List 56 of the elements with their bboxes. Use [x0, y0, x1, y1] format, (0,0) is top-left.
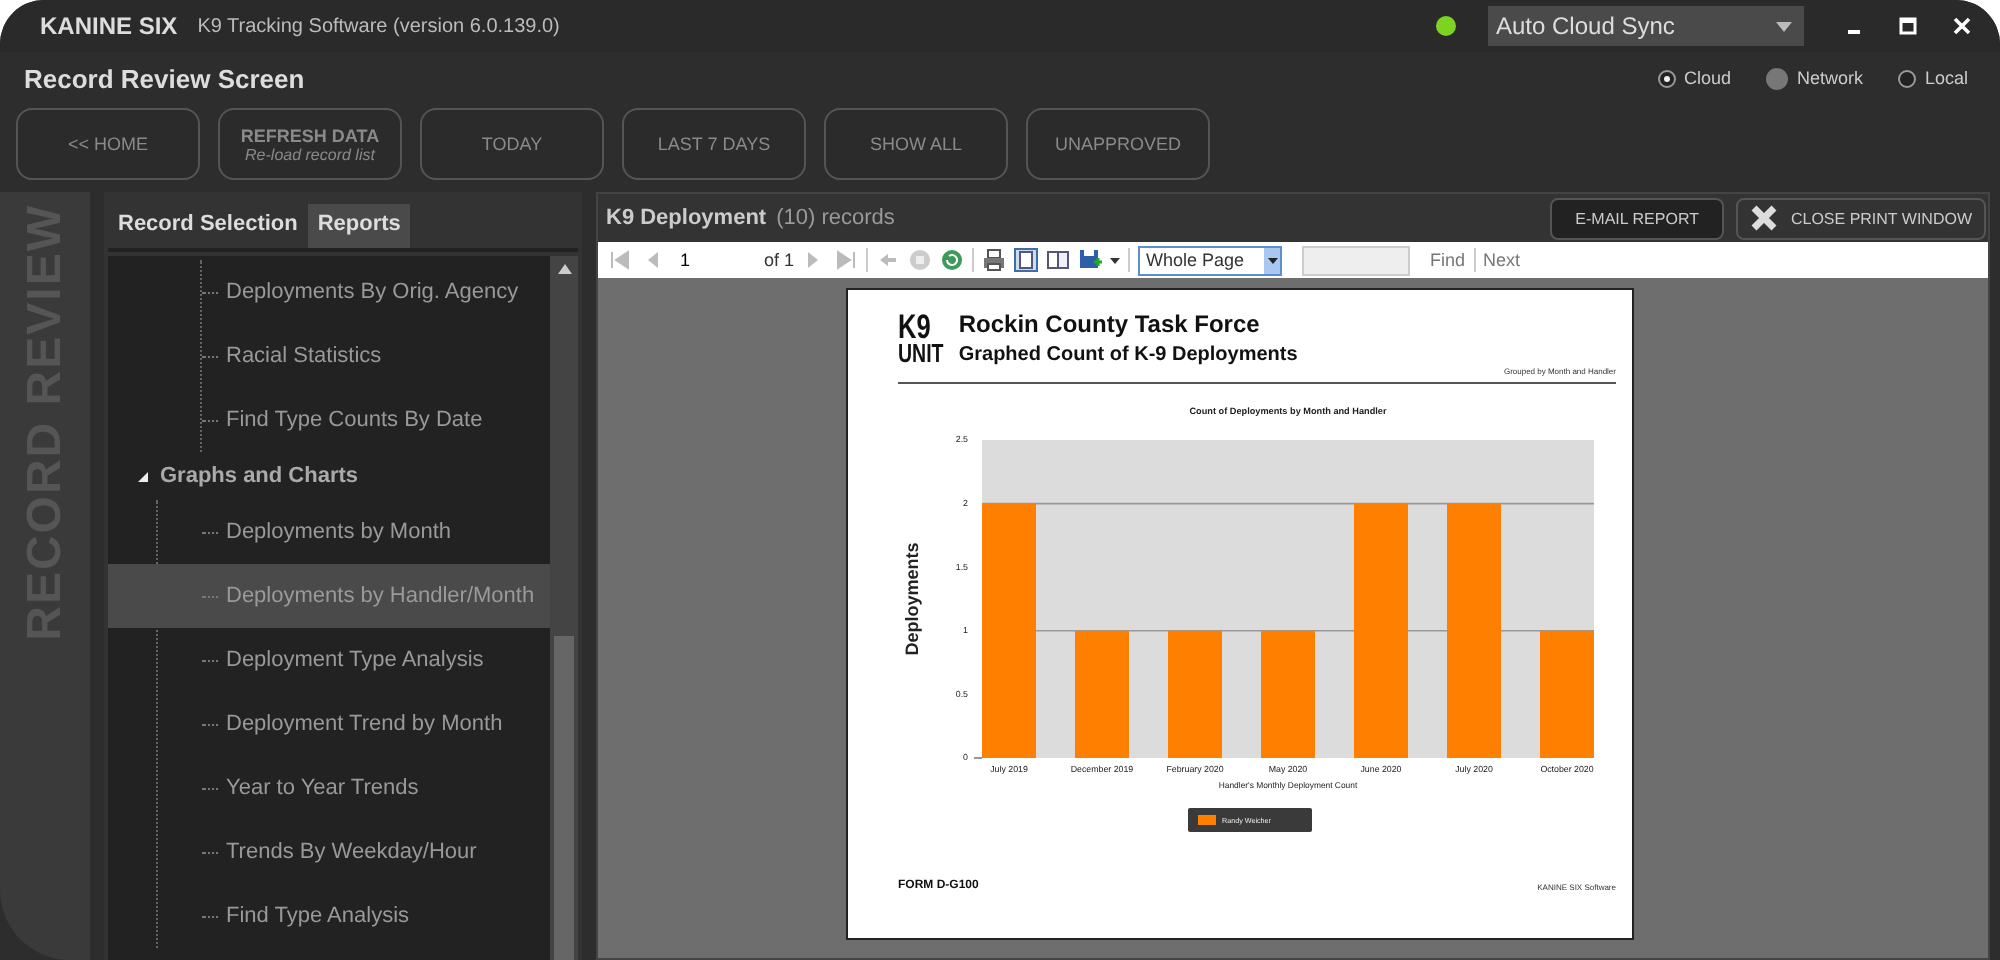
bar	[1075, 630, 1129, 758]
toolbar-button[interactable]: LAST 7 DAYS	[622, 108, 806, 180]
tree-group[interactable]: Graphs and Charts	[136, 452, 550, 500]
report-title: K9 Deployment	[606, 206, 767, 230]
radio-option[interactable]: Cloud	[1657, 68, 1731, 88]
bar	[1261, 630, 1315, 758]
scrollbar[interactable]	[550, 256, 578, 960]
page-setup-icon[interactable]	[1046, 248, 1071, 272]
tree-item[interactable]: Year to Year Trends	[202, 756, 550, 820]
tree-item[interactable]: Racial Statistics	[202, 324, 550, 388]
tree-item[interactable]: Deployments By Orig. Agency	[202, 260, 550, 324]
bar	[1168, 630, 1222, 758]
toolbar-button[interactable]: TODAY	[420, 108, 604, 180]
zoom-dropdown[interactable]: Whole Page	[1138, 245, 1283, 275]
tree-item[interactable]: Trends By Weekday/Hour	[202, 820, 550, 884]
refresh-icon[interactable]	[940, 248, 965, 272]
search-field[interactable]	[1302, 245, 1411, 275]
caret-icon[interactable]	[1267, 257, 1278, 263]
tree-item[interactable]: Find Type Counts By Date	[202, 388, 550, 452]
record-count: (10) records	[776, 206, 895, 230]
bar	[1540, 630, 1594, 758]
tree-item[interactable]: Deployments by Handler/Month	[202, 564, 550, 628]
tree-item[interactable]: Deployment Type Analysis	[202, 628, 550, 692]
page-total: of 1	[764, 250, 795, 270]
refresh-button[interactable]: REFRESH DATA Re-load record list	[218, 108, 402, 180]
screen-title: Record Review Screen	[24, 63, 305, 93]
scroll-thumb[interactable]	[554, 636, 574, 960]
tab[interactable]: Reports	[307, 204, 411, 248]
window-title: K9 Tracking Software (version 6.0.139.0)	[197, 15, 560, 37]
y-axis-title: Deployments	[902, 542, 922, 656]
toolbar-button[interactable]: << HOME	[16, 108, 200, 180]
sync-dropdown[interactable]: Auto Cloud Sync	[1488, 6, 1804, 46]
logo-text: UNIT	[898, 341, 944, 365]
toolbar-button[interactable]: SHOW ALL	[824, 108, 1008, 180]
next-link[interactable]: Next	[1483, 250, 1521, 270]
email-button[interactable]: E-MAIL REPORT	[1549, 197, 1725, 239]
print-icon[interactable]	[982, 248, 1007, 272]
tree-item[interactable]: Deployment Trend by Month	[202, 692, 550, 756]
toolbar-button[interactable]: UNAPPROVED	[1026, 108, 1210, 180]
caret-icon[interactable]	[1110, 257, 1121, 263]
app-name: KANINE SIX	[40, 12, 178, 40]
report-heading: Graphed Count of K-9 Deployments	[958, 344, 1298, 366]
maximize-icon[interactable]	[1898, 16, 1918, 36]
logo-text: K9	[898, 311, 931, 342]
page-layout-icon[interactable]	[1014, 248, 1039, 272]
save-icon[interactable]	[1078, 248, 1103, 272]
tab[interactable]: Record Selection	[108, 204, 308, 248]
close-print-button[interactable]: CLOSE PRINT WINDOW	[1736, 197, 1986, 239]
find-link[interactable]: Find	[1430, 250, 1466, 270]
radio-option[interactable]: Local	[1898, 68, 1968, 88]
close-icon	[1750, 204, 1779, 232]
tree-item[interactable]: Find Type Analysis	[202, 884, 550, 948]
tree-item[interactable]: Deployments by Month	[202, 500, 550, 564]
close-icon[interactable]	[1952, 16, 1972, 36]
scroll-up-icon[interactable]	[557, 264, 571, 274]
organization-name: Rockin County Task Force	[958, 310, 1262, 338]
